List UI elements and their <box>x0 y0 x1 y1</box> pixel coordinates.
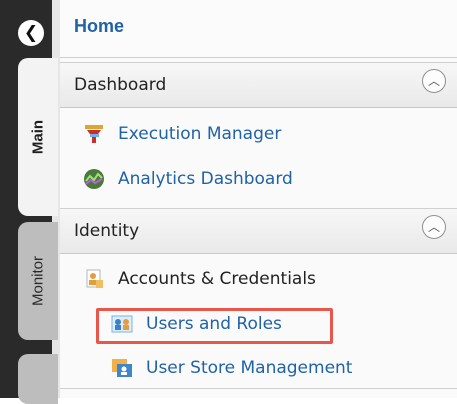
tab-partial[interactable] <box>18 354 58 404</box>
menu-divider <box>60 388 457 389</box>
accounts-credentials-icon <box>86 269 103 288</box>
execution-manager-icon <box>85 125 103 143</box>
section-header-identity[interactable]: Identity ︿ <box>60 208 457 254</box>
analytics-dashboard-icon <box>84 169 104 189</box>
section-header-dashboard[interactable]: Dashboard ︿ <box>60 62 457 108</box>
tab-monitor[interactable]: Monitor <box>18 222 58 340</box>
collapse-dashboard-icon[interactable]: ︿ <box>422 69 446 93</box>
collapse-identity-icon[interactable]: ︿ <box>422 215 446 239</box>
collapse-menu-icon[interactable]: ❮ <box>18 20 44 46</box>
tab-main[interactable]: Main <box>18 58 58 216</box>
menu-item-label: User Store Management <box>146 358 353 378</box>
menu-item-label: Accounts & Credentials <box>118 269 316 289</box>
home-label: Home <box>74 16 125 36</box>
tab-monitor-label: Monitor <box>29 255 47 307</box>
tab-main-label: Main <box>29 119 47 155</box>
menu-item-label: Analytics Dashboard <box>118 169 293 189</box>
highlight-box <box>96 308 333 344</box>
menu-item-label: Execution Manager <box>118 124 282 144</box>
section-title-dashboard: Dashboard <box>74 75 167 95</box>
section-title-identity: Identity <box>74 221 140 241</box>
home-link[interactable]: Home <box>60 0 457 58</box>
user-store-icon <box>112 359 132 377</box>
